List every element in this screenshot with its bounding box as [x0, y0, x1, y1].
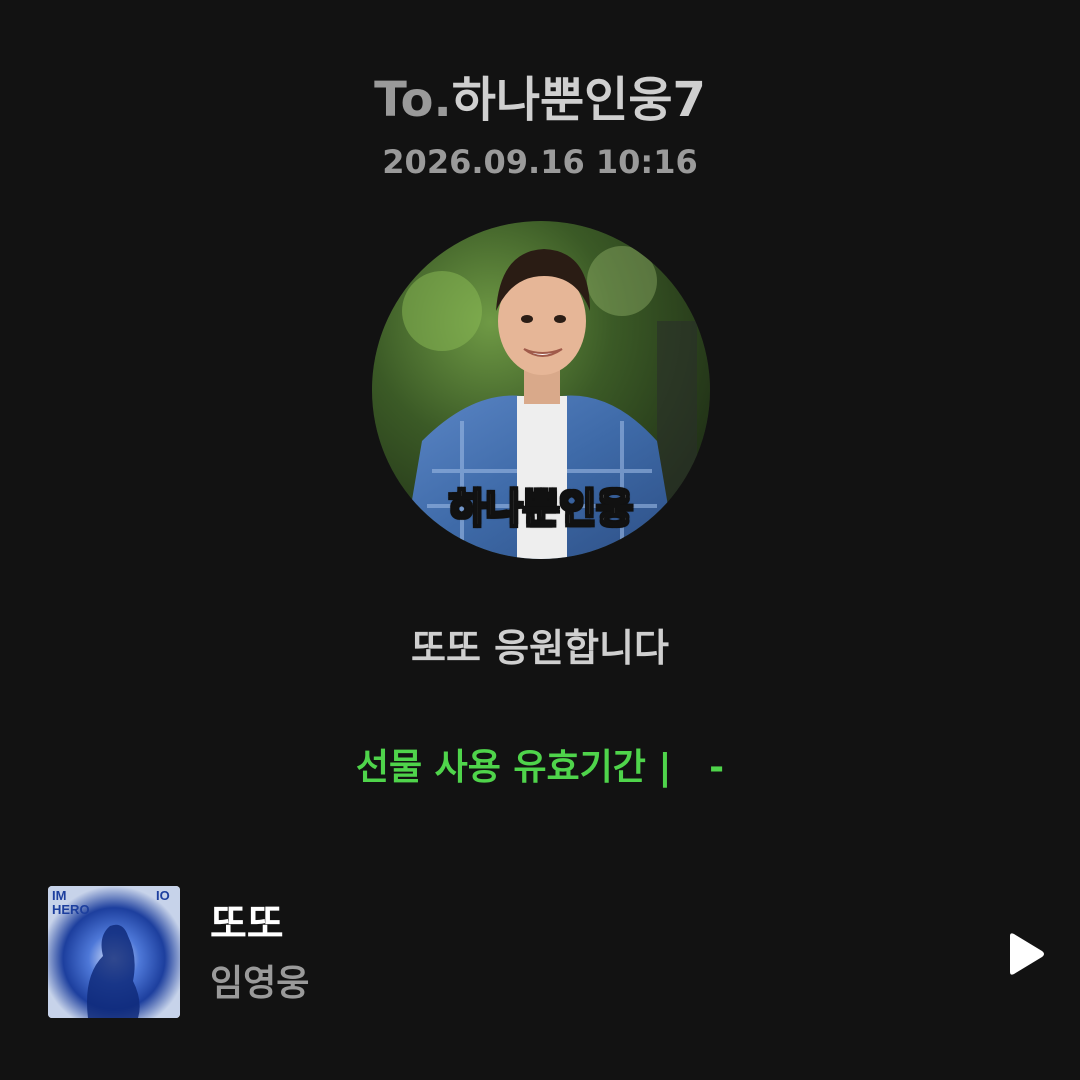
recipient-name: 하나뿐인웅7 — [451, 72, 706, 128]
gift-header: To.하나뿐인웅7 2026.09.16 10:16 — [0, 66, 1080, 186]
track-row[interactable]: IM HERO IO 또또 임영웅 — [48, 886, 1048, 1020]
to-prefix: To. — [374, 72, 452, 128]
gift-validity: 선물 사용 유효기간 | - — [355, 747, 725, 788]
recipient-title: To.하나뿐인웅7 — [0, 66, 1080, 134]
gift-message: 또또 응원합니다 — [411, 626, 669, 670]
album-cover-image: IM HERO IO — [48, 886, 180, 1018]
gift-timestamp: 2026.09.16 10:16 — [382, 143, 698, 181]
avatar-caption: 하나뿐인웅 — [448, 485, 634, 533]
album-art: IM HERO IO — [48, 886, 180, 1018]
recipient-avatar: 하나뿐인웅 — [372, 221, 710, 559]
play-icon[interactable] — [1000, 930, 1048, 978]
play-button[interactable] — [1000, 930, 1048, 978]
album-logo-text: IM — [52, 888, 66, 903]
track-artist: 임영웅 — [210, 963, 310, 1004]
svg-text:HERO: HERO — [52, 902, 90, 917]
svg-text:IO: IO — [156, 888, 170, 903]
track-title: 또또 — [210, 901, 284, 947]
